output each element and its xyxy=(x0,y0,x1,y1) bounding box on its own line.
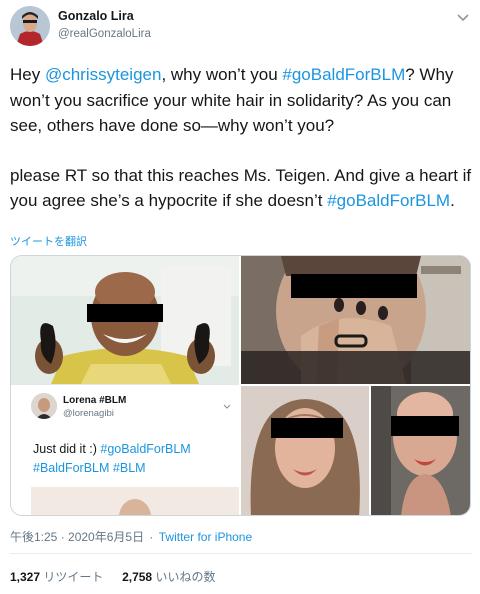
hashtag-link[interactable]: #goBaldForBLM xyxy=(100,442,190,456)
translate-tweet-link[interactable]: ツイートを翻訳 xyxy=(10,233,87,249)
embedded-tweet-card[interactable]: Lorena #BLM @lorenagibi Just did it :) #… xyxy=(21,385,239,515)
embedded-avatar[interactable] xyxy=(31,393,57,419)
media-grid: Lorena #BLM @lorenagibi Just did it :) #… xyxy=(10,255,471,516)
embedded-author-name[interactable]: Lorena #BLM xyxy=(63,395,126,406)
author-handle[interactable]: @realGonzaloLira xyxy=(58,28,151,40)
tweet-source[interactable]: Twitter for iPhone xyxy=(159,530,252,544)
photo-woman-brown-hair[interactable] xyxy=(241,386,369,515)
hashtag-link[interactable]: #BaldForBLM xyxy=(33,461,109,475)
embedded-author-handle[interactable]: @lorenagibi xyxy=(63,408,114,419)
hashtag-link[interactable]: #goBaldForBLM xyxy=(327,191,450,210)
author-name[interactable]: Gonzalo Lira xyxy=(58,9,134,23)
retweet-count: 1,327 xyxy=(10,570,41,584)
author-avatar[interactable] xyxy=(10,6,50,46)
meta-separator: · xyxy=(149,530,154,544)
chevron-down-icon[interactable] xyxy=(223,397,231,409)
photo-bald-woman-2[interactable] xyxy=(371,386,470,515)
chevron-down-icon[interactable] xyxy=(456,10,470,22)
like-stat[interactable]: 2,758 いいねの数 xyxy=(122,570,215,584)
divider xyxy=(10,553,472,554)
hashtag-link[interactable]: #goBaldForBLM xyxy=(282,65,405,84)
embedded-tweet[interactable]: Lorena #BLM @lorenagibi Just did it :) #… xyxy=(11,384,239,515)
tweet-stats: 1,327 リツイート 2,758 いいねの数 xyxy=(10,568,215,585)
embedded-tweet-image[interactable] xyxy=(31,487,239,515)
tweet-paragraph-1: Hey @chrissyteigen, why won’t you #goBal… xyxy=(10,65,454,135)
tweet-text: Hey @chrissyteigen, why won’t you #goBal… xyxy=(10,62,472,214)
tweet-paragraph-2: please RT so that this reaches Ms. Teige… xyxy=(10,165,472,211)
photo-woman-covering-mouth[interactable] xyxy=(241,256,470,384)
tweet-timestamp[interactable]: 午後1:25 · 2020年6月5日 xyxy=(10,530,144,544)
tweet-meta: 午後1:25 · 2020年6月5日 · Twitter for iPhone xyxy=(10,528,252,545)
like-label: いいねの数 xyxy=(155,570,216,584)
tweet-header: Gonzalo Lira @realGonzaloLira xyxy=(0,0,480,52)
retweet-label: リツイート xyxy=(43,570,104,584)
hashtag-link[interactable]: #BLM xyxy=(113,461,146,475)
mention-link[interactable]: @chrissyteigen xyxy=(45,65,161,84)
retweet-stat[interactable]: 1,327 リツイート xyxy=(10,570,103,584)
like-count: 2,758 xyxy=(122,570,153,584)
embedded-tweet-text: Just did it :) #goBaldForBLM #BaldForBLM… xyxy=(33,442,191,475)
photo-bald-woman[interactable] xyxy=(11,256,239,384)
